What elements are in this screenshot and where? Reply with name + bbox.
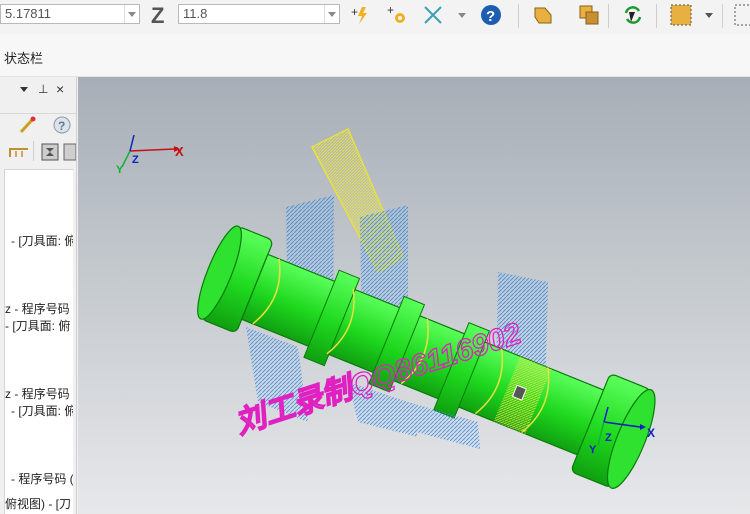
window-select-button[interactable] [668,2,694,28]
tree-item[interactable]: - 程序号码 ( [11,470,73,487]
pin-icon[interactable]: ⊥ [38,82,48,96]
close-icon[interactable]: × [56,81,64,97]
help-button[interactable]: ? [478,2,504,28]
coordinate-value: 5.17811 [5,6,52,21]
auto-cursor-settings-button[interactable]: + [384,2,410,28]
auto-cursor-button[interactable]: + [348,2,374,28]
graphics-viewport[interactable]: X Y Z 刘工录制QQ86116902 X Y Z [78,77,750,514]
x-axis-label: X [647,426,655,440]
main-toolbar: 5.17811 Z 11.8 + + ? [0,0,750,35]
svg-text:?: ? [58,119,65,133]
dashed-square-icon [734,4,750,26]
z-depth-value: 11.8 [183,6,208,21]
operations-tree: - [刀具面: 俯 z - 程序号码 - [刀具面: 俯 z - 程序号码 - … [4,169,73,514]
panel-toolbar-secondary [0,139,76,163]
axis-triad-world: X Y Z [116,134,184,176]
y-axis-label: Y [116,164,124,176]
tree-item[interactable]: z - 程序号码 [5,385,70,402]
tree-item[interactable]: - [刀具面: 俯 [5,317,70,334]
wand-icon[interactable] [18,116,38,134]
toolbar-separator [518,4,519,28]
help-icon[interactable]: ? [52,116,72,134]
tree-item[interactable]: - [刀具面: 俯 [11,232,73,249]
tree-item[interactable]: - [刀具面: 俯 [11,402,73,419]
coordinate-input[interactable]: 5.17811 [0,4,140,24]
chevron-down-icon[interactable] [324,5,339,23]
refresh-selection-button[interactable] [620,2,646,28]
copy-icon [579,5,599,25]
gear-icon: + [387,4,405,23]
shape-select-icon [534,7,552,24]
cross-icon [424,6,442,24]
dashed-square-icon [670,4,692,26]
help-icon: ? [481,5,501,25]
select-chain-button[interactable] [530,2,556,28]
window-select-alt-button[interactable] [730,2,750,28]
status-bar-label[interactable]: 状态栏 [4,48,43,67]
toolbar-separator [722,4,723,28]
refresh-arrows-icon [624,6,642,24]
post-process-icon[interactable] [40,142,60,162]
toolbar-separator [608,4,609,28]
copy-shapes-button[interactable] [576,2,602,28]
z-depth-input[interactable]: 11.8 [178,4,340,24]
chevron-down-icon[interactable] [705,13,713,18]
z-axis-label: Z [151,3,165,28]
z-axis-label: Z [132,154,139,166]
settings-icon[interactable] [62,142,76,162]
toolbar-separator [656,4,657,28]
chevron-down-icon[interactable] [20,87,28,92]
machine-icon[interactable] [8,145,32,159]
chevron-down-icon[interactable] [458,13,466,18]
status-bar-row: 状态栏 [0,34,750,77]
svg-text:+: + [387,4,394,17]
y-axis-label: Y [589,444,597,456]
tree-item[interactable]: 俯视图) - [刀 [5,495,71,512]
toolpath-manager-panel: ⊥ × ? - [刀具面: 俯 z - 程序号码 - [刀具面: 俯 z - 程… [0,77,77,514]
tree-item[interactable]: z - 程序号码 [5,300,70,317]
svg-text:?: ? [486,8,495,25]
intersection-button[interactable] [420,2,446,28]
x-axis-label: X [175,144,184,159]
svg-text:+: + [351,5,358,19]
panel-toolbar: ? [0,113,76,136]
z-axis-label: Z [605,432,612,444]
part-model-view[interactable]: X Y Z 刘工录制QQ86116902 X Y Z [78,77,750,514]
lightning-icon: + [351,5,367,24]
chevron-down-icon[interactable] [124,5,139,23]
